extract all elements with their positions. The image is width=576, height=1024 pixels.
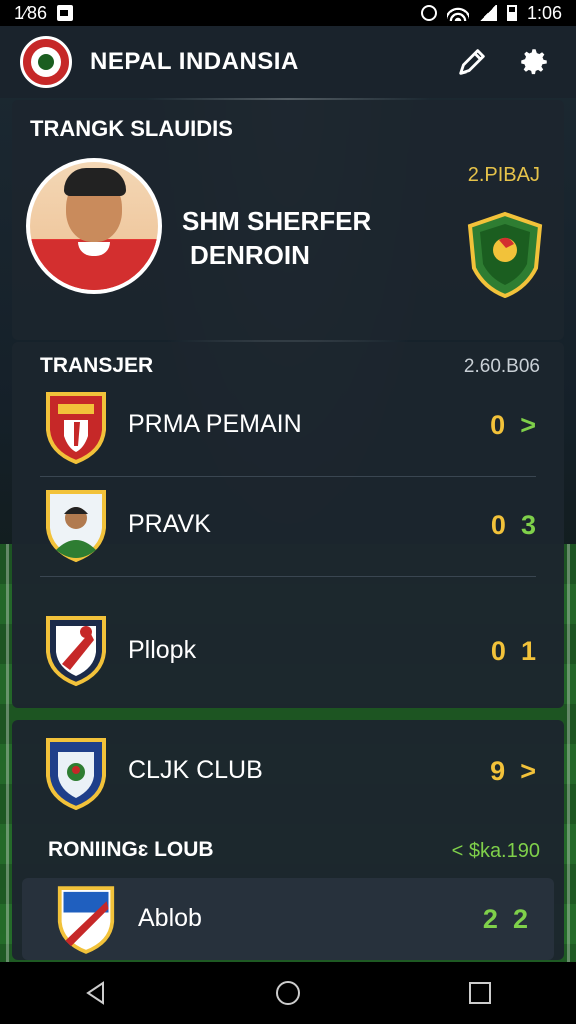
ranking-value: < $ka.190 (451, 840, 540, 862)
player-profile-card: TRANGK SLAUIDIS SHM SHERFER DENROIN 2.PI… (12, 100, 564, 340)
transfer-row[interactable]: PRMA PEMAIN 0 > (40, 386, 536, 486)
rank-score: 2 2 (482, 904, 528, 934)
clubs-card: CLJK CLUB 9 > RONIINGɛ LOUB < $ka.190 Ab… (12, 720, 564, 960)
transfers-value: 2.60.B06 (463, 356, 540, 377)
back-button[interactable] (76, 973, 116, 1013)
profile-header: TRANGK SLAUIDIS (30, 116, 233, 141)
transfers-title: TRANSJER (40, 354, 154, 377)
rank-name: Ablob (138, 904, 202, 932)
signal-icon (478, 5, 497, 21)
alarm-icon (420, 5, 437, 21)
system-nav-bar (0, 962, 576, 1024)
app-title: NEPAL INDANSIA (90, 48, 299, 75)
player-avatar (26, 158, 162, 294)
player-name: SHM SHERFER DENROIN (182, 206, 372, 270)
rank-row[interactable]: Ablob 2 2 (22, 878, 554, 960)
transfer-score: 0 > (490, 410, 536, 440)
home-icon (276, 981, 300, 1005)
edit-button[interactable] (450, 40, 494, 84)
red-white-crest-icon (46, 616, 106, 687)
transfer-score: 0 3 (490, 510, 536, 540)
club-row[interactable]: CLJK CLUB 9 > (40, 730, 536, 830)
transfer-name: PRMA PEMAIN (128, 410, 302, 438)
recents-icon (469, 982, 491, 1004)
recents-button[interactable] (460, 973, 500, 1013)
status-bar: 1⁄86 1:06 (0, 0, 576, 26)
app-bar: NEPAL INDANSIA (0, 26, 576, 98)
gear-icon (521, 49, 547, 75)
status-left-text: 1⁄86 (14, 2, 48, 23)
transfers-card: TRANSJER 2.60.B06 PRMA PEMAIN 0 > PRAVK … (12, 342, 564, 708)
battery-icon (506, 5, 517, 21)
home-button[interactable] (268, 973, 308, 1013)
badge-label: 2.PIBAJ (467, 164, 540, 186)
ablob-crest-icon (57, 886, 115, 954)
settings-button[interactable] (512, 40, 556, 84)
transfer-score: 0 1 (490, 636, 536, 666)
status-time: 1:06 (526, 2, 562, 23)
transfer-row[interactable]: PRAVK 0 3 (40, 488, 536, 588)
back-icon (86, 981, 104, 1005)
transfer-name: Pllopk (128, 636, 197, 664)
transfer-row[interactable]: Pllopk 0 1 (40, 612, 536, 712)
ranking-title: RONIINGɛ LOUB (48, 838, 214, 861)
wifi-icon (446, 5, 469, 21)
red-crest-icon (46, 392, 106, 465)
club-score: 9 > (490, 756, 536, 786)
transfer-name: PRAVK (128, 510, 211, 538)
team-shield-icon (467, 211, 543, 298)
player-crest-icon (46, 490, 106, 563)
pen-icon (459, 49, 485, 75)
image-notification-icon (57, 5, 74, 21)
club-logo[interactable] (20, 36, 72, 88)
club-name: CLJK CLUB (128, 756, 263, 784)
blue-crest-icon (46, 738, 106, 811)
